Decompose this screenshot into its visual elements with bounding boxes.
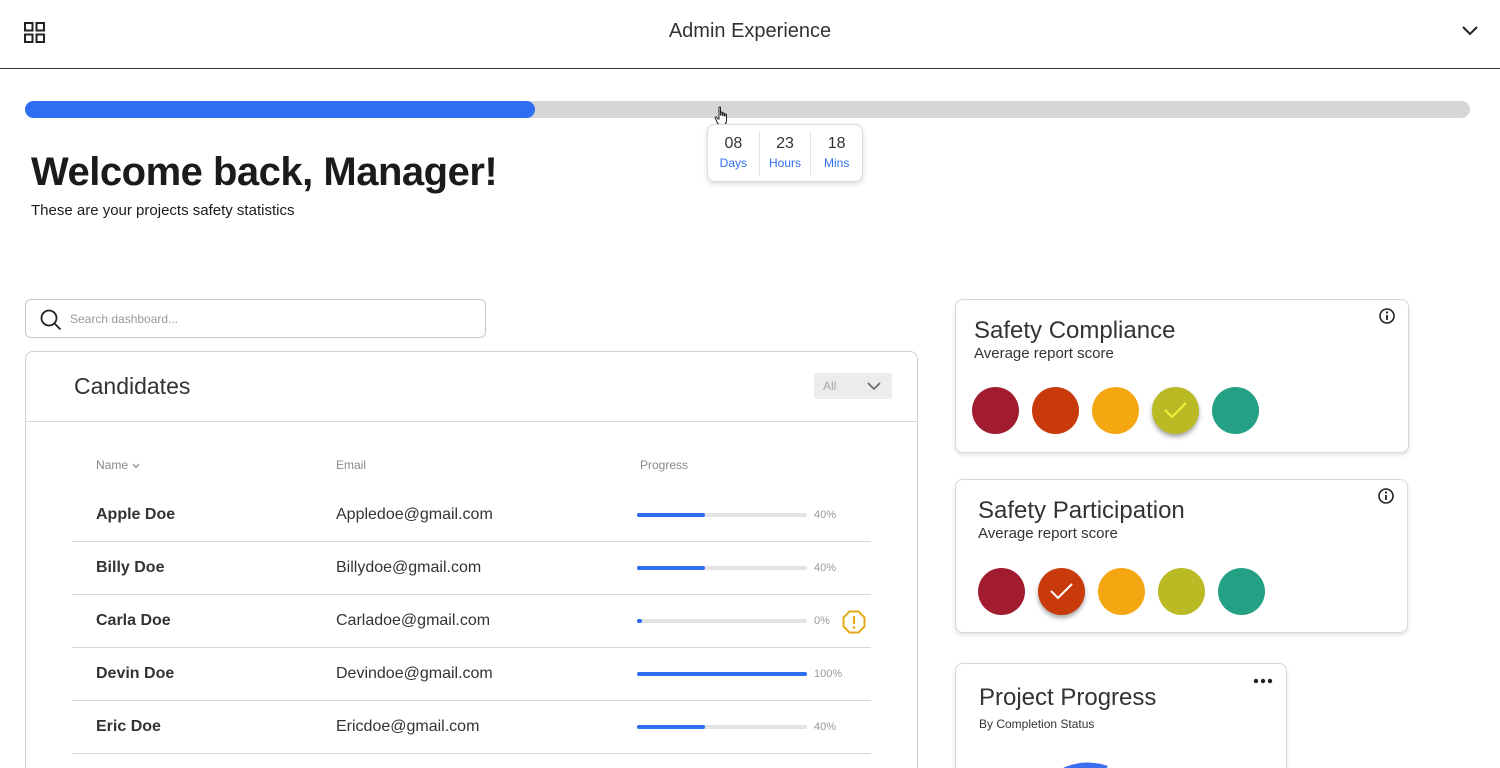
card-subtitle: By Completion Status: [979, 717, 1095, 731]
chevron-down-icon: [867, 382, 881, 391]
candidate-progress-fill: [637, 513, 705, 517]
overall-progress-fill: [25, 101, 536, 118]
card-title: Project Progress: [979, 684, 1157, 711]
candidate-email: Billydoe@gmail.com: [336, 559, 482, 576]
countdown-hours: 23 Hours: [760, 131, 812, 175]
candidate-progress-label: 0%: [814, 615, 830, 627]
table-row[interactable]: Carla Doe Carladoe@gmail.com 0%: [72, 595, 871, 648]
overall-progress-bar[interactable]: [25, 101, 1470, 118]
safety-participation-card: Safety Participation Average report scor…: [955, 479, 1408, 633]
countdown-value: 08: [724, 135, 743, 152]
table-row[interactable]: Devin Doe Devindoe@gmail.com 100%: [72, 648, 871, 701]
candidate-progress-fill: [637, 672, 807, 676]
countdown-mins: 18 Mins: [811, 131, 862, 175]
countdown-unit: Hours: [769, 156, 802, 170]
candidate-name: Billy Doe: [96, 559, 165, 576]
card-title: Safety Compliance: [974, 317, 1176, 344]
candidate-name: Devin Doe: [96, 665, 175, 682]
info-icon[interactable]: [1378, 307, 1396, 325]
page-subtitle: These are your projects safety statistic…: [31, 202, 295, 219]
candidates-title: Candidates: [74, 373, 191, 399]
info-icon[interactable]: [1377, 487, 1395, 505]
candidate-name: Apple Doe: [96, 506, 176, 523]
project-progress-card: Project Progress By Completion Status: [955, 663, 1287, 768]
chart-arc-segment: [1063, 762, 1108, 768]
table-row[interactable]: Apple Doe Appledoe@gmail.com 40%: [72, 489, 871, 542]
candidates-panel: Candidates All Name Email Progress Apple…: [25, 351, 918, 768]
filter-value: All: [823, 379, 837, 393]
table-row[interactable]: Eric Doe Ericdoe@gmail.com 40%: [72, 701, 871, 754]
top-bar: Admin Experience: [0, 0, 1500, 69]
app-title: Admin Experience: [668, 20, 832, 42]
candidate-progress-fill: [637, 566, 705, 570]
candidate-progress-label: 40%: [814, 562, 837, 574]
score-dot[interactable]: [1158, 568, 1205, 615]
candidate-name: Eric Doe: [96, 718, 161, 735]
score-dot[interactable]: [1092, 387, 1139, 434]
chevron-down-icon[interactable]: [1460, 22, 1480, 40]
candidate-progress-label: 40%: [814, 721, 837, 733]
score-dot-selected[interactable]: [1038, 568, 1085, 615]
card-subtitle: Average report score: [974, 345, 1114, 362]
countdown-unit: Days: [719, 156, 747, 170]
search-box: [25, 299, 486, 338]
hand-cursor-icon: [714, 106, 727, 126]
score-dot[interactable]: [972, 387, 1019, 434]
check-icon: [1050, 583, 1073, 600]
candidates-header: Candidates All: [26, 352, 917, 422]
candidate-progress-fill: [637, 725, 705, 729]
candidate-email: Appledoe@gmail.com: [336, 506, 493, 523]
score-dot[interactable]: [1032, 387, 1079, 434]
candidate-progress-bar: [637, 566, 807, 570]
candidate-email: Devindoe@gmail.com: [336, 665, 493, 682]
candidate-progress-bar: [637, 619, 807, 623]
card-subtitle: Average report score: [978, 525, 1118, 542]
score-dot[interactable]: [1098, 568, 1145, 615]
column-header-progress: Progress: [640, 458, 689, 472]
sort-chevron-icon: [132, 463, 140, 469]
countdown-days: 08 Days: [708, 131, 760, 175]
card-title: Safety Participation: [978, 497, 1185, 524]
search-icon: [40, 309, 62, 331]
candidates-filter-select[interactable]: All: [814, 373, 892, 399]
score-dot[interactable]: [1212, 387, 1259, 434]
candidate-progress-bar: [637, 725, 807, 729]
candidate-email: Ericdoe@gmail.com: [336, 718, 480, 735]
candidate-name: Carla Doe: [96, 612, 171, 629]
safety-compliance-card: Safety Compliance Average report score: [955, 299, 1409, 453]
candidate-progress-fill: [637, 619, 642, 623]
column-header-label: Name: [96, 458, 129, 472]
countdown-unit: Mins: [824, 156, 850, 170]
search-input[interactable]: [70, 307, 470, 331]
candidate-progress-bar: [637, 513, 807, 517]
page-title: Welcome back, Manager!: [31, 150, 498, 194]
more-icon[interactable]: [1253, 678, 1273, 684]
completion-chart: [1063, 762, 1108, 768]
countdown-tooltip: 08 Days 23 Hours 18 Mins: [707, 124, 863, 182]
countdown-value: 18: [827, 135, 846, 152]
check-icon: [1164, 402, 1187, 419]
candidate-progress-label: 100%: [814, 668, 843, 680]
candidate-email: Carladoe@gmail.com: [336, 612, 491, 629]
warning-icon[interactable]: [842, 610, 866, 634]
column-header-name[interactable]: Name: [96, 458, 140, 472]
score-dot-selected[interactable]: [1152, 387, 1199, 434]
table-row[interactable]: Billy Doe Billydoe@gmail.com 40%: [72, 542, 871, 595]
countdown-value: 23: [776, 135, 794, 152]
candidate-progress-bar: [637, 672, 807, 676]
candidate-progress-label: 40%: [814, 509, 837, 521]
score-dot[interactable]: [978, 568, 1025, 615]
column-header-email: Email: [336, 458, 367, 472]
score-dot[interactable]: [1218, 568, 1265, 615]
